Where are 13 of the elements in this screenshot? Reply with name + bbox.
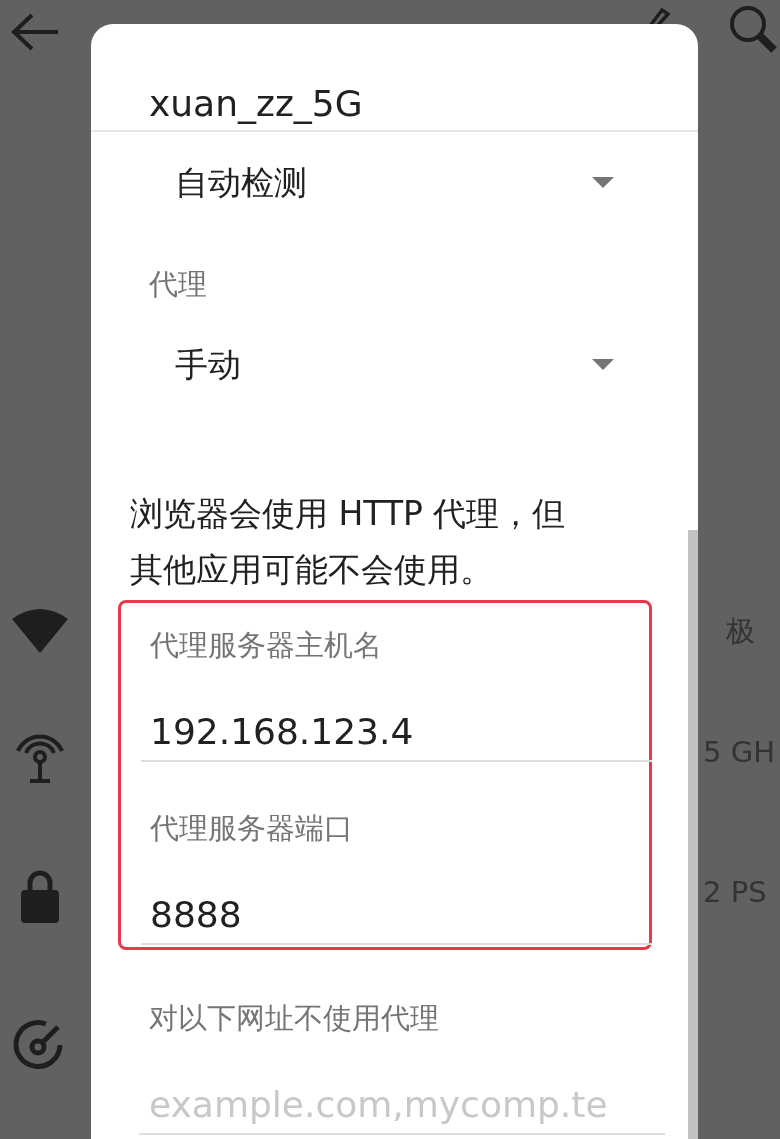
input-field[interactable]: 8888 — [141, 885, 652, 945]
back-icon[interactable] — [10, 12, 60, 52]
field-label: 代理服务器主机名 — [149, 627, 383, 664]
dialog-title: xuan_zz_5G — [91, 24, 698, 132]
dropdown[interactable]: 手动 — [91, 304, 698, 426]
caret-icon — [592, 359, 614, 370]
field-label: 代理服务器端口 — [149, 810, 354, 847]
field-label: 代理 — [148, 266, 208, 303]
dropdown[interactable]: 自动检测 — [91, 132, 698, 234]
caret-icon — [592, 177, 614, 188]
field-label: 对以下网址不使用代理 — [148, 1000, 440, 1037]
proxy-note: 浏览器会使用 HTTP 代理，但其他应用可能不会使用。 — [129, 493, 567, 591]
input-field[interactable]: 192.168.123.4 — [141, 702, 652, 762]
